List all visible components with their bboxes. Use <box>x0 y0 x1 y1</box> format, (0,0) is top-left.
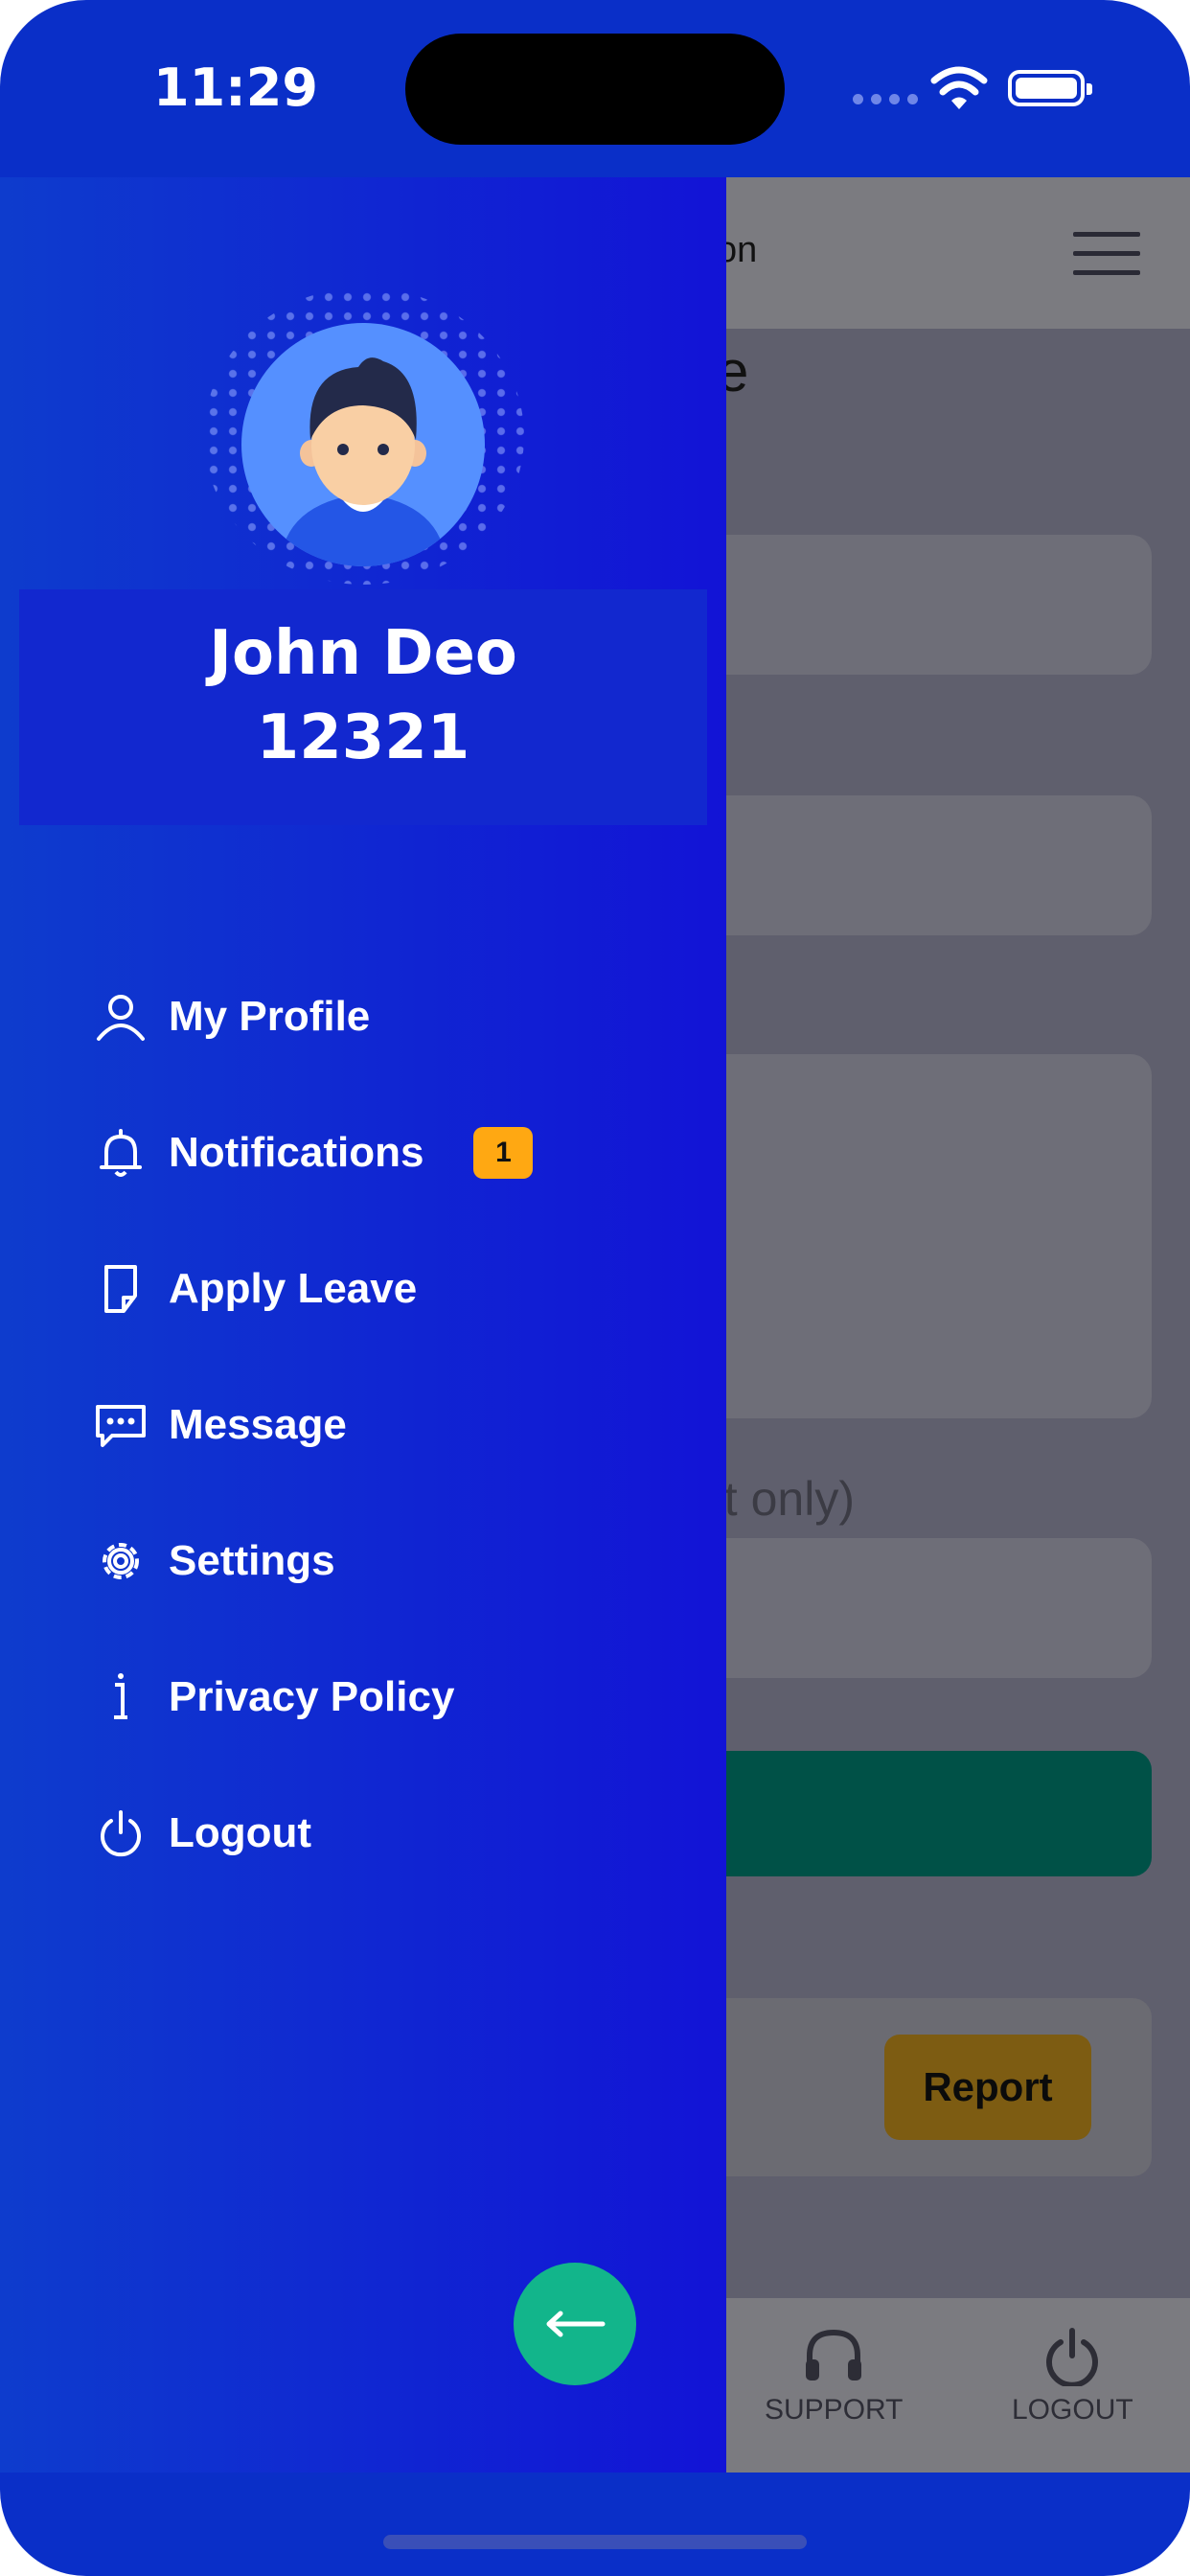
user-id: 12321 <box>256 702 470 773</box>
battery-icon <box>1008 70 1092 106</box>
tab-logout[interactable]: LOGOUT <box>1012 2327 1133 2426</box>
menu-item-message[interactable]: Message <box>94 1357 533 1493</box>
menu-item-logout[interactable]: Logout <box>94 1765 533 1901</box>
headset-icon <box>806 2329 862 2380</box>
user-name: John Deo <box>209 618 517 689</box>
gear-icon <box>94 1534 148 1588</box>
bell-icon <box>94 1126 148 1180</box>
tab-support[interactable]: SUPPORT <box>765 2327 903 2426</box>
form-field[interactable] <box>726 535 1152 675</box>
tab-logout-label: LOGOUT <box>1012 2394 1133 2426</box>
tab-bar: SUPPORT LOGOUT <box>726 2298 1190 2472</box>
chat-icon <box>94 1398 148 1452</box>
menu-item-label: Settings <box>169 1537 335 1584</box>
menu-item-notifications[interactable]: Notifications 1 <box>94 1085 534 1221</box>
tab-support-label: SUPPORT <box>765 2394 904 2426</box>
menu-item-label: Logout <box>169 1809 312 1856</box>
power-icon <box>1046 2328 1099 2386</box>
power-icon <box>94 1806 148 1860</box>
background-app[interactable]: on e nt only) Report SUPPORT LOGOUT <box>698 177 1190 2472</box>
menu-item-my-profile[interactable]: My Profile <box>94 949 533 1085</box>
dynamic-island <box>405 34 785 145</box>
report-card: Report <box>726 1998 1152 2176</box>
app-header: on <box>717 177 1190 329</box>
form-textarea[interactable] <box>726 1054 1152 1418</box>
avatar-illustration <box>280 357 446 566</box>
close-drawer-button[interactable] <box>514 2263 636 2385</box>
user-icon <box>94 990 148 1044</box>
menu-item-label: My Profile <box>169 993 371 1040</box>
hamburger-menu-icon[interactable] <box>1073 232 1140 276</box>
drawer-menu: My Profile Notifications 1 Apply Leave M… <box>94 949 534 1901</box>
menu-item-settings[interactable]: Settings <box>94 1493 533 1629</box>
phone-screen: 11:29 on e nt only) Report SUPPORT LOGOU… <box>0 0 1190 2576</box>
avatar[interactable] <box>241 323 485 566</box>
wifi-icon <box>930 66 988 109</box>
signal-icon <box>853 94 918 104</box>
menu-item-label: Notifications <box>169 1129 424 1176</box>
form-field[interactable] <box>726 795 1152 935</box>
menu-item-label: Apply Leave <box>169 1265 418 1312</box>
report-button[interactable]: Report <box>884 2035 1091 2140</box>
status-time: 11:29 <box>153 58 318 118</box>
user-panel: John Deo 12321 <box>19 589 707 825</box>
home-indicator[interactable] <box>383 2535 807 2549</box>
info-icon <box>94 1670 148 1724</box>
arrow-left-icon <box>546 2311 606 2337</box>
menu-item-label: Message <box>169 1401 347 1448</box>
document-icon <box>94 1262 148 1316</box>
navigation-drawer: John Deo 12321 My Profile Notifications … <box>0 177 726 2472</box>
notification-count-badge: 1 <box>473 1127 534 1179</box>
form-field[interactable] <box>726 1538 1152 1678</box>
menu-item-privacy-policy[interactable]: Privacy Policy <box>94 1629 533 1765</box>
menu-item-label: Privacy Policy <box>169 1673 455 1720</box>
menu-item-apply-leave[interactable]: Apply Leave <box>94 1221 533 1357</box>
submit-button[interactable] <box>726 1751 1152 1876</box>
